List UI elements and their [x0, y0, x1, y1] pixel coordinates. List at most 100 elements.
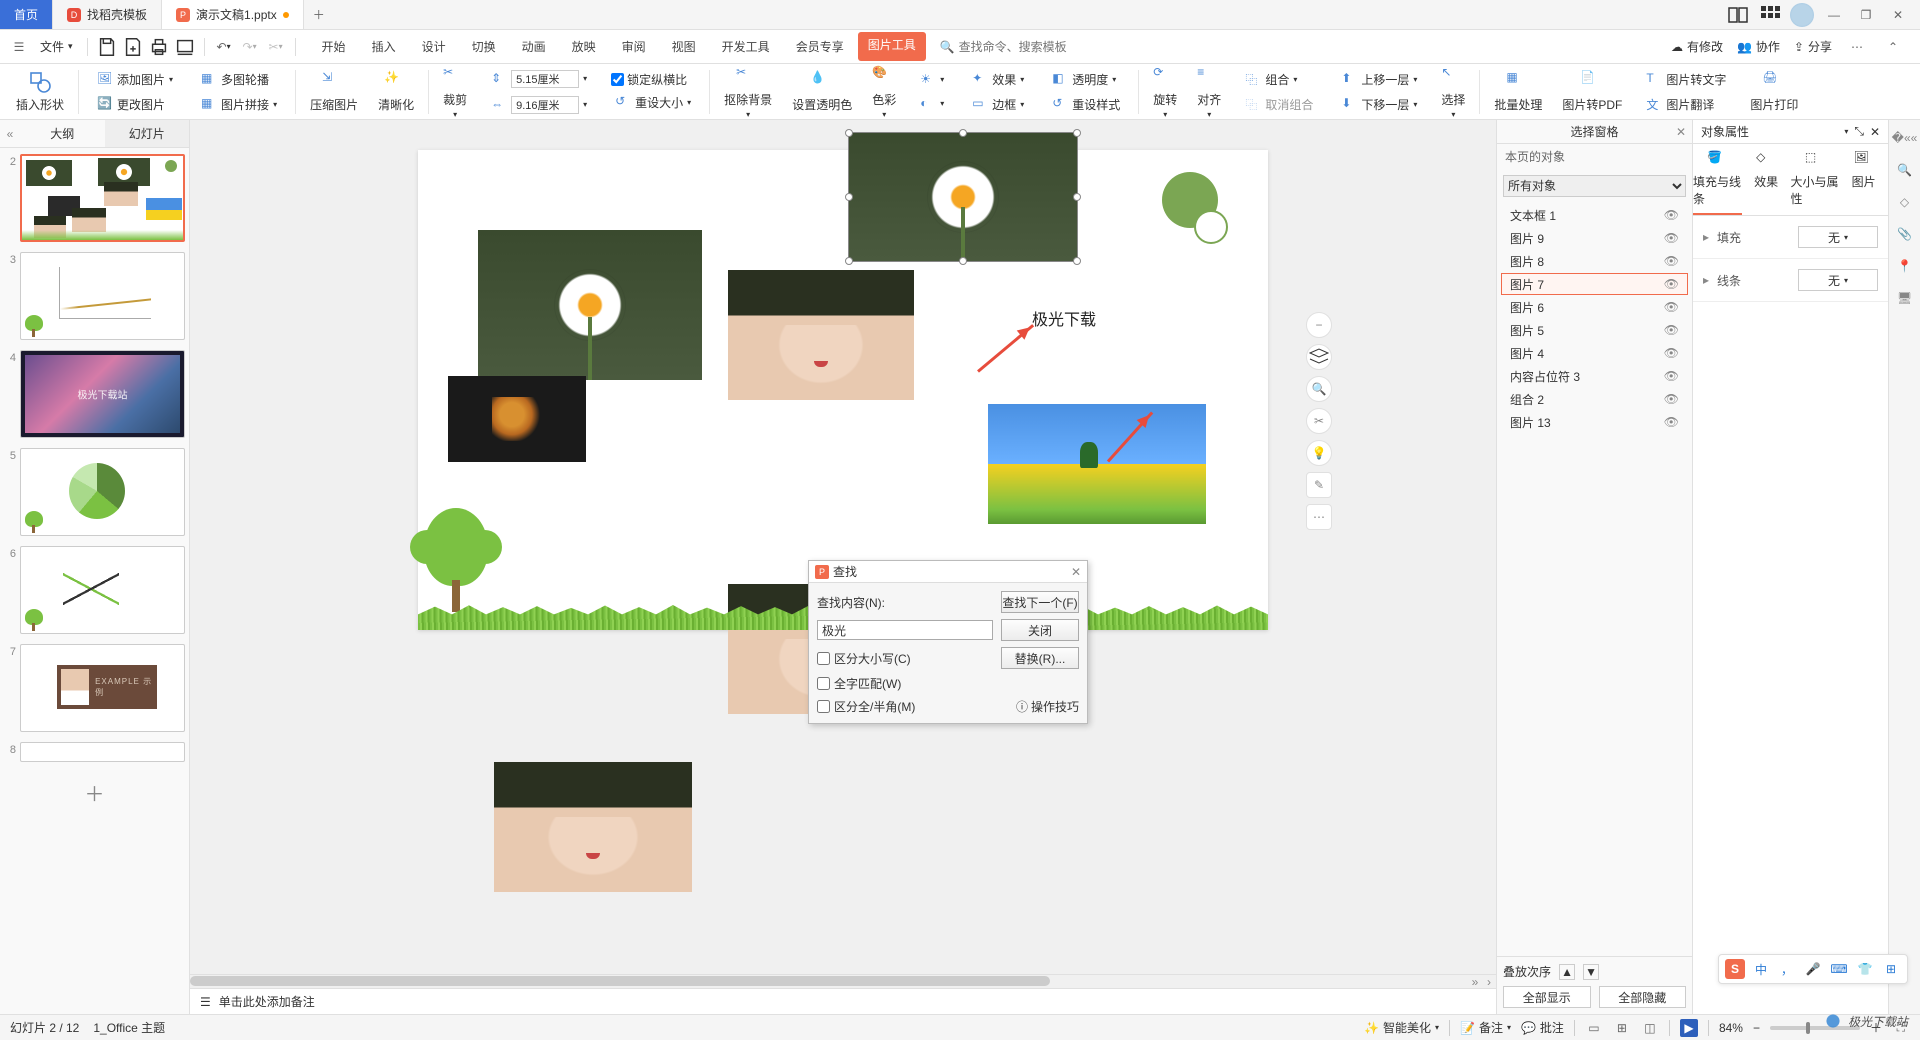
- mtab-dev[interactable]: 开发工具: [710, 32, 782, 61]
- float-zoom-icon[interactable]: 🔍: [1306, 376, 1332, 402]
- scrollbar-thumb[interactable]: [190, 976, 1050, 986]
- thumb-6[interactable]: [20, 546, 185, 634]
- width-field[interactable]: ⇔▾: [487, 94, 591, 116]
- selpane-item[interactable]: 内容占位符 3👁: [1501, 365, 1688, 387]
- effect-button[interactable]: ✦效果▾: [968, 69, 1028, 90]
- thumb-5[interactable]: [20, 448, 185, 536]
- print-icon[interactable]: [148, 36, 170, 58]
- tips-link[interactable]: ⓘ操作技巧: [1001, 698, 1079, 715]
- notes-placeholder[interactable]: 单击此处添加备注: [219, 993, 315, 1010]
- add-pic-button[interactable]: 🖼添加图片▾: [93, 69, 177, 90]
- mtab-insert[interactable]: 插入: [360, 32, 408, 61]
- object-filter-select[interactable]: 所有对象: [1503, 175, 1686, 197]
- mtab-transition[interactable]: 切换: [460, 32, 508, 61]
- slides-tab[interactable]: 幻灯片: [105, 120, 190, 147]
- mtab-start[interactable]: 开始: [310, 32, 358, 61]
- up-layer-button[interactable]: ⬆上移一层▾: [1337, 69, 1421, 90]
- image-face-3[interactable]: [494, 762, 692, 892]
- ime-skin-icon[interactable]: 👕: [1855, 959, 1875, 979]
- thumb-8[interactable]: [20, 742, 185, 762]
- width-check[interactable]: 区分全/半角(M): [817, 698, 993, 715]
- view-reading-icon[interactable]: ◫: [1641, 1019, 1659, 1037]
- mtab-view[interactable]: 视图: [660, 32, 708, 61]
- save-icon[interactable]: [96, 36, 118, 58]
- share-button[interactable]: ⇪分享: [1794, 38, 1832, 55]
- eye-icon[interactable]: 👁: [1664, 208, 1679, 222]
- window-restore[interactable]: ❐: [1854, 3, 1878, 27]
- found-text[interactable]: 极光下载: [1032, 306, 1096, 330]
- eye-icon[interactable]: 👁: [1664, 231, 1679, 245]
- select-button[interactable]: ↖选择▾: [1435, 63, 1471, 121]
- view-normal-icon[interactable]: ▭: [1585, 1019, 1603, 1037]
- props-tab-pic[interactable]: 🖼图片: [1839, 144, 1888, 215]
- selpane-item[interactable]: 图片 7👁: [1501, 273, 1688, 295]
- multi-outline-button[interactable]: ▦多图轮播: [197, 69, 273, 90]
- fill-dropdown[interactable]: 无▾: [1798, 226, 1878, 248]
- pic-join-button[interactable]: ▦图片拼接▾: [197, 94, 281, 115]
- reset-style-button[interactable]: ↺重设样式: [1048, 94, 1124, 115]
- tab-template[interactable]: D 找稻壳模板: [53, 0, 162, 29]
- rail-location-icon[interactable]: 📍: [1895, 256, 1915, 276]
- float-layers-icon[interactable]: [1306, 344, 1332, 370]
- align-button[interactable]: ≡对齐▾: [1191, 63, 1227, 121]
- eye-icon[interactable]: 👁: [1664, 415, 1679, 429]
- image-leaves[interactable]: [448, 376, 586, 462]
- tab-home[interactable]: 首页: [0, 0, 53, 29]
- brightness-button[interactable]: ☀▾: [916, 70, 948, 90]
- reading-layout-icon[interactable]: [1726, 3, 1750, 27]
- crop-button[interactable]: ✂裁剪▾: [437, 63, 473, 121]
- float-more-icon[interactable]: ⋯: [1306, 504, 1332, 530]
- remove-bg-button[interactable]: ✂抠除背景▾: [718, 63, 778, 121]
- rotate-button[interactable]: ⟳旋转▾: [1147, 63, 1183, 121]
- replace-pic-button[interactable]: 🔄更改图片: [93, 94, 169, 115]
- file-menu[interactable]: 文件▾: [34, 38, 79, 55]
- mtab-review[interactable]: 审阅: [610, 32, 658, 61]
- eye-icon[interactable]: 👁: [1664, 277, 1679, 291]
- apps-grid-icon[interactable]: [1758, 3, 1782, 27]
- rail-style-icon[interactable]: �««: [1895, 128, 1915, 148]
- horizontal-scrollbar[interactable]: » ›: [190, 974, 1496, 988]
- zoom-value[interactable]: 84%: [1719, 1021, 1743, 1035]
- reset-size-button[interactable]: ↺重设大小▾: [611, 92, 695, 113]
- float-crop-icon[interactable]: ✂: [1306, 408, 1332, 434]
- contrast-button[interactable]: ◐▾: [916, 94, 948, 114]
- height-input[interactable]: [511, 70, 579, 88]
- compress-button[interactable]: ⇲压缩图片: [304, 68, 364, 115]
- more-icon[interactable]: ⋯: [1846, 36, 1868, 58]
- color-button[interactable]: 🎨色彩▾: [866, 63, 902, 121]
- window-minimize[interactable]: —: [1822, 3, 1846, 27]
- trans-button[interactable]: ◧透明度▾: [1048, 69, 1120, 90]
- float-idea-icon[interactable]: 💡: [1306, 440, 1332, 466]
- view-sorter-icon[interactable]: ⊞: [1613, 1019, 1631, 1037]
- line-dropdown[interactable]: 无▾: [1798, 269, 1878, 291]
- play-button[interactable]: ▶: [1680, 1019, 1698, 1037]
- selpane-item[interactable]: 文本框 1👁: [1501, 204, 1688, 226]
- fit-window-icon[interactable]: ⛶: [1892, 1019, 1910, 1037]
- to-pdf-button[interactable]: 📄图片转PDF: [1556, 68, 1628, 115]
- order-up-button[interactable]: ▲: [1559, 964, 1575, 980]
- props-tab-effect[interactable]: ◇效果: [1742, 144, 1791, 215]
- preview-icon[interactable]: [174, 36, 196, 58]
- close-button[interactable]: 关闭: [1001, 619, 1079, 641]
- find-dialog-close[interactable]: ✕: [1071, 565, 1081, 579]
- image-face-1[interactable]: [728, 270, 914, 400]
- insert-shape-button[interactable]: 插入形状: [10, 68, 70, 115]
- ime-keyboard-icon[interactable]: ⌨: [1829, 959, 1849, 979]
- width-input[interactable]: [511, 96, 579, 114]
- find-next-button[interactable]: 查找下一个(F): [1001, 591, 1079, 613]
- order-down-button[interactable]: ▼: [1583, 964, 1599, 980]
- to-text-button[interactable]: T图片转文字: [1642, 69, 1730, 90]
- notes-bar[interactable]: ☰ 单击此处添加备注: [190, 988, 1496, 1014]
- lock-ratio-check[interactable]: 锁定纵横比: [611, 71, 687, 88]
- ime-logo-icon[interactable]: S: [1725, 959, 1745, 979]
- selpane-item[interactable]: 图片 8👁: [1501, 250, 1688, 272]
- mtab-pic-tool[interactable]: 图片工具: [858, 32, 926, 61]
- menu-icon[interactable]: ☰: [8, 36, 30, 58]
- float-edit-icon[interactable]: ✎: [1306, 472, 1332, 498]
- ime-lang-icon[interactable]: 中: [1751, 959, 1771, 979]
- find-input[interactable]: [817, 620, 993, 640]
- print-pic-button[interactable]: 🖨图片打印: [1744, 68, 1804, 115]
- sync-status[interactable]: ☁有修改: [1671, 38, 1723, 55]
- redo-icon[interactable]: ↷▾: [239, 36, 261, 58]
- thumb-2[interactable]: [20, 154, 185, 242]
